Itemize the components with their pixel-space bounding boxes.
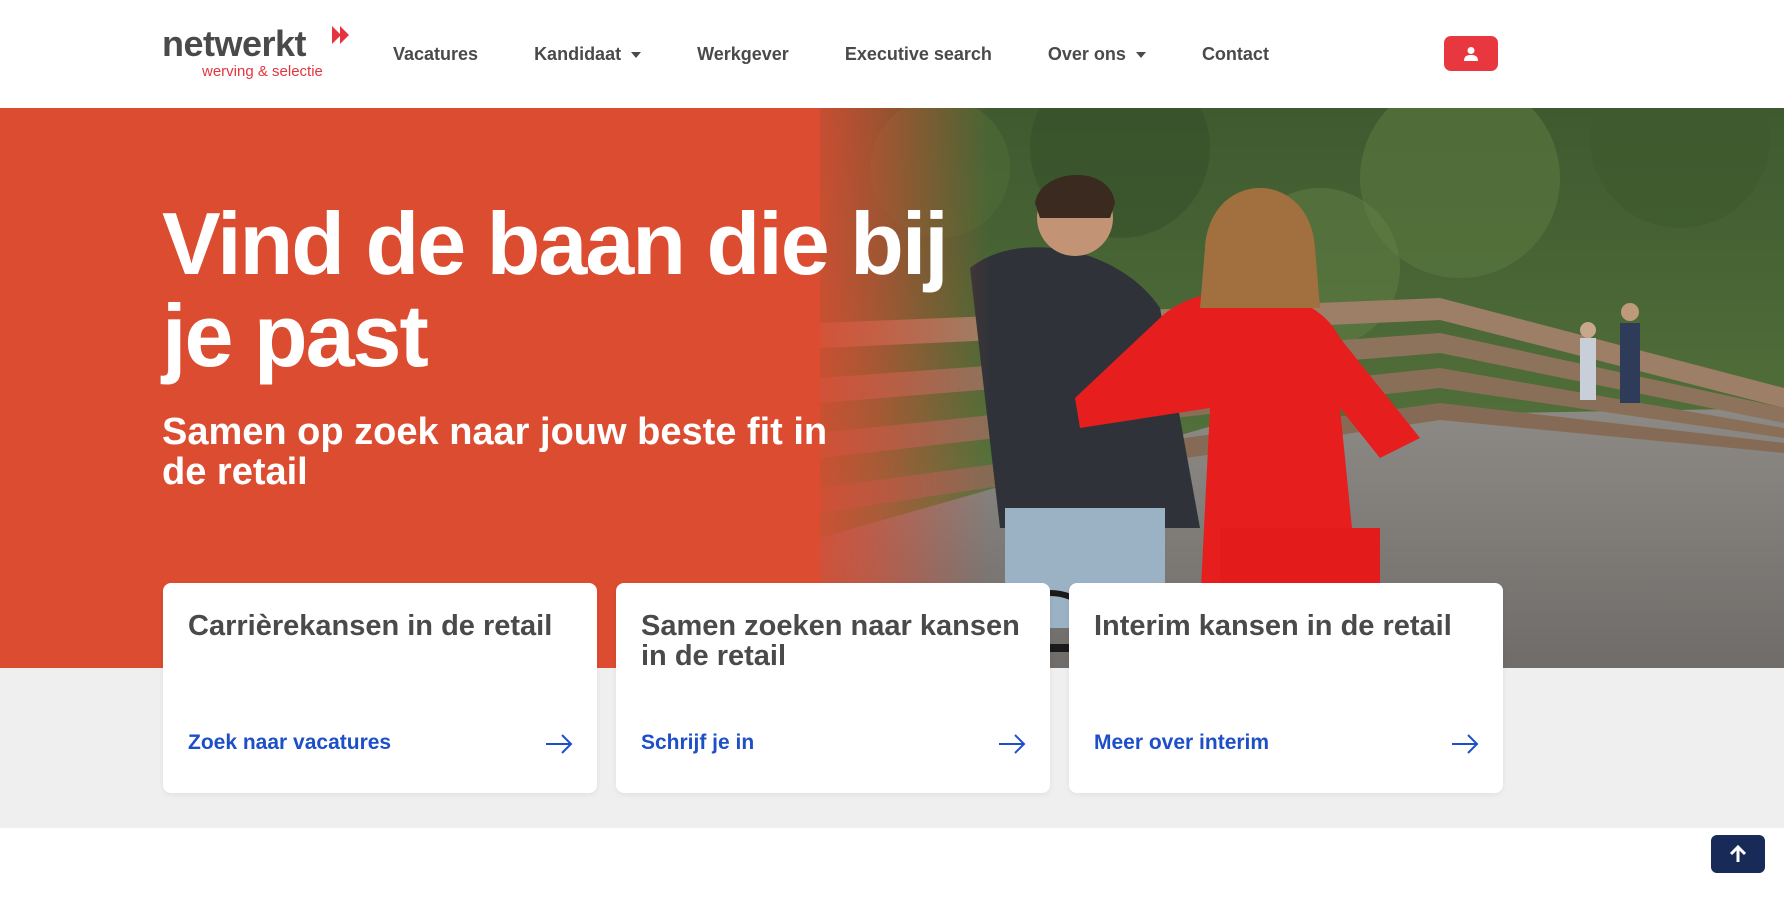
nav-label: Kandidaat <box>534 43 622 64</box>
nav-item-kandidaat[interactable]: Kandidaat <box>534 43 642 65</box>
nav-label: Contact <box>1201 43 1269 64</box>
card-interim[interactable]: Interim kansen in de retail Meer over in… <box>1069 583 1503 793</box>
logo-wordmark: netwerkt <box>162 23 307 64</box>
hero-subtitle: Samen op zoek naar jouw beste fit in de … <box>162 411 828 493</box>
site-header: netwerkt werving & selectie Vacatures Ka… <box>0 0 1784 108</box>
card-carrierekansen[interactable]: Carrièrekansen in de retail Zoek naar va… <box>163 583 597 793</box>
arrow-right-icon[interactable] <box>998 734 1026 754</box>
nav-label: Over ons <box>1047 43 1126 64</box>
arrow-right-icon[interactable] <box>545 734 573 754</box>
user-icon <box>1464 46 1478 61</box>
card-title: Samen zoeken naar kansen in de retail <box>641 610 1020 672</box>
card-link-schrijf-je-in[interactable]: Schrijf je in <box>641 731 754 755</box>
nav-item-werkgever[interactable]: Werkgever <box>697 44 789 65</box>
card-title: Interim kansen in de retail <box>1094 610 1452 642</box>
logo-chevrons-icon <box>332 26 349 44</box>
logo[interactable]: netwerkt werving & selectie <box>162 24 352 84</box>
scroll-to-top-button[interactable] <box>1711 835 1765 873</box>
main-nav: Vacatures Kandidaat Werkgever Executive … <box>393 40 1325 68</box>
nav-label: Werkgever <box>697 43 789 64</box>
nav-item-vacatures[interactable]: Vacatures <box>393 44 478 65</box>
card-link-zoek-vacatures[interactable]: Zoek naar vacatures <box>188 731 391 755</box>
nav-item-over-ons[interactable]: Over ons <box>1048 44 1146 65</box>
hero-title: Vind de baan die bij je past <box>162 194 949 385</box>
caret-down-icon <box>631 52 642 58</box>
nav-item-executive-search[interactable]: Executive search <box>845 44 992 65</box>
nav-label: Executive search <box>844 43 992 64</box>
card-samen-zoeken[interactable]: Samen zoeken naar kansen in de retail Sc… <box>616 583 1050 793</box>
logo-tagline: werving & selectie <box>202 63 323 80</box>
nav-label: Vacatures <box>393 43 479 64</box>
nav-item-contact[interactable]: Contact <box>1202 44 1269 65</box>
arrow-up-icon <box>1729 844 1747 862</box>
caret-down-icon <box>1135 52 1146 58</box>
card-title: Carrièrekansen in de retail <box>188 610 553 642</box>
card-link-meer-over-interim[interactable]: Meer over interim <box>1094 731 1269 755</box>
account-button[interactable] <box>1444 36 1498 71</box>
arrow-right-icon[interactable] <box>1451 734 1479 754</box>
